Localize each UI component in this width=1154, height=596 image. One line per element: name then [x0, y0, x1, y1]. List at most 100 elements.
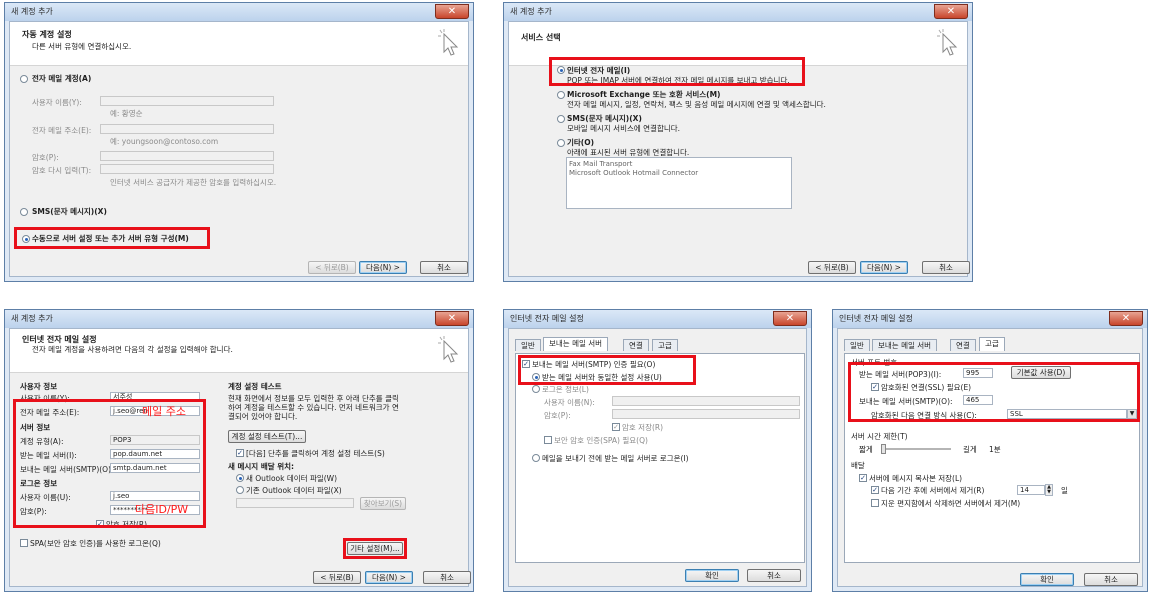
title-bar: 인터넷 전자 메일 설정 ✕	[504, 310, 811, 328]
header-title: 자동 계정 설정	[22, 30, 72, 39]
tab-outgoing-server[interactable]: 보내는 메일 서버	[543, 337, 609, 351]
browse-button[interactable]: 찾아보기(S)	[360, 497, 406, 510]
timeout-value: 1분	[989, 445, 1001, 454]
test-settings-button[interactable]: 계정 설정 테스트(T)...	[228, 430, 306, 443]
window-title: 인터넷 전자 메일 설정	[510, 314, 584, 323]
tab-connection[interactable]: 연결	[950, 339, 976, 351]
back-button[interactable]: < 뒤로(B)	[808, 261, 856, 274]
title-bar: 새 계정 추가 ✕	[504, 3, 972, 21]
username-label: 사용자 이름(N):	[544, 398, 595, 407]
window-body: 인터넷 전자 메일 설정 전자 메일 계정을 사용하려면 다음의 각 설정을 입…	[9, 328, 471, 587]
name-label: 사용자 이름(Y):	[32, 98, 82, 107]
internet-email-settings-advanced: 인터넷 전자 메일 설정 ✕ 일반 보내는 메일 서버 연결 고급 서버 포트 …	[832, 309, 1148, 592]
email-account-radio[interactable]	[20, 75, 28, 83]
logon-info-radio[interactable]	[532, 385, 540, 393]
window-title: 새 계정 추가	[11, 7, 53, 16]
window-title: 새 계정 추가	[11, 314, 53, 323]
title-bar: 새 계정 추가 ✕	[5, 310, 473, 328]
sms-radio[interactable]	[20, 208, 28, 216]
back-button[interactable]: < 뒤로(B)	[308, 261, 356, 274]
list-item[interactable]: Microsoft Outlook Hotmail Connector	[569, 169, 789, 178]
existing-data-file-label: 기존 Outlook 데이터 파일(X)	[246, 486, 342, 495]
tab-strip: 일반 보내는 메일 서버 연결 고급	[515, 337, 805, 353]
wizard-header: 인터넷 전자 메일 설정 전자 메일 계정을 사용하려면 다음의 각 설정을 입…	[10, 329, 468, 373]
days-stepper[interactable]: ▲ ▼	[1045, 484, 1053, 496]
close-button[interactable]: ✕	[773, 311, 807, 326]
wizard-header: 자동 계정 설정 다른 서버 유형에 연결하십시오.	[10, 22, 468, 66]
password-hint: 인터넷 서비스 공급자가 제공한 암호를 입력하십시오.	[110, 178, 277, 187]
cancel-button[interactable]: 취소	[747, 569, 801, 582]
next-button[interactable]: 다음(N) >	[365, 571, 413, 584]
data-file-path-input	[236, 498, 354, 508]
list-item[interactable]: Fax Mail Transport	[569, 160, 789, 169]
cancel-button[interactable]: 취소	[420, 261, 468, 274]
password-label: 암호(P):	[544, 411, 571, 420]
spa-label: 보안 암호 인증(SPA) 필요(Q)	[554, 436, 648, 445]
timeout-short-label: 짧게	[859, 445, 873, 454]
note-daum-id-pw: 다음ID/PW	[135, 503, 189, 516]
new-data-file-radio[interactable]	[236, 474, 244, 482]
cancel-button[interactable]: 취소	[1084, 573, 1138, 586]
timeout-slider[interactable]	[881, 444, 951, 454]
name-hint: 예: 황영순	[110, 109, 143, 118]
back-button[interactable]: < 뒤로(B)	[313, 571, 361, 584]
auto-test-checkbox[interactable]: ✓	[236, 449, 244, 457]
add-account-window-auto: 새 계정 추가 ✕ 자동 계정 설정 다른 서버 유형에 연결하십시오. 전자 …	[4, 2, 474, 282]
highlight-smtp-auth	[518, 355, 696, 385]
existing-data-file-radio[interactable]	[236, 486, 244, 494]
spa-checkbox[interactable]	[20, 539, 28, 547]
password-input	[100, 151, 274, 161]
close-button[interactable]: ✕	[1109, 311, 1143, 326]
close-button[interactable]: ✕	[435, 311, 469, 326]
password-input	[612, 409, 800, 419]
window-body: 일반 보내는 메일 서버 연결 고급 서버 포트 번호 받는 메일 서버(POP…	[837, 328, 1143, 587]
add-account-window-service: 새 계정 추가 ✕ 서비스 선택 인터넷 전자 메일(I) POP 또는 IMA…	[503, 2, 973, 282]
ok-button[interactable]: 확인	[685, 569, 739, 582]
tab-general[interactable]: 일반	[515, 339, 541, 351]
sms-label: SMS(문자 메시지)(X)	[32, 207, 107, 216]
highlight-port-settings	[848, 362, 1140, 422]
header-subtitle: 전자 메일 계정을 사용하려면 다음의 각 설정을 입력해야 합니다.	[32, 345, 233, 354]
tab-general[interactable]: 일반	[844, 339, 870, 351]
remove-days-input[interactable]: 14	[1017, 485, 1045, 495]
tab-connection[interactable]: 연결	[623, 339, 649, 351]
other-service-list[interactable]: Fax Mail Transport Microsoft Outlook Hot…	[566, 157, 792, 209]
window-body: 일반 보내는 메일 서버 연결 고급 ✓ 보내는 메일 서버(SMTP) 인증 …	[508, 328, 807, 587]
cursor-sparkle-icon	[438, 336, 459, 363]
timeout-slider-thumb[interactable]	[881, 444, 886, 454]
other-radio[interactable]	[557, 139, 565, 147]
add-account-window-settings: 새 계정 추가 ✕ 인터넷 전자 메일 설정 전자 메일 계정을 사용하려면 다…	[4, 309, 474, 592]
password-confirm-input	[100, 164, 274, 174]
logon-before-send-radio[interactable]	[532, 454, 540, 462]
days-unit-label: 일	[1061, 486, 1068, 495]
cancel-button[interactable]: 취소	[922, 261, 970, 274]
password-label: 암호(P):	[32, 153, 59, 162]
header-subtitle: 다른 서버 유형에 연결하십시오.	[32, 42, 132, 51]
close-button[interactable]: ✕	[934, 4, 968, 19]
tab-advanced[interactable]: 고급	[652, 339, 678, 351]
cursor-sparkle-icon	[937, 29, 958, 56]
cancel-button[interactable]: 취소	[423, 571, 471, 584]
cursor-sparkle-icon	[438, 29, 459, 56]
tab-advanced[interactable]: 고급	[979, 337, 1005, 351]
ok-button[interactable]: 확인	[1020, 573, 1074, 586]
timeout-section-title: 서버 시간 제한(T)	[851, 432, 908, 441]
title-bar: 인터넷 전자 메일 설정 ✕	[833, 310, 1147, 328]
tab-strip: 일반 보내는 메일 서버 연결 고급	[844, 337, 1140, 353]
remove-deleted-checkbox[interactable]	[871, 499, 879, 507]
spa-checkbox	[544, 436, 552, 444]
next-button[interactable]: 다음(N) >	[860, 261, 908, 274]
test-desc-line-3: 결되어 있어야 합니다.	[228, 412, 298, 421]
remove-after-checkbox[interactable]: ✓	[871, 486, 879, 494]
note-email-address: 메일 주소	[142, 405, 186, 418]
next-button[interactable]: 다음(N) >	[359, 261, 407, 274]
sms-radio[interactable]	[557, 115, 565, 123]
password-confirm-label: 암호 다시 입력(T):	[32, 166, 92, 175]
remember-password-checkbox: ✓	[612, 423, 620, 431]
email-input	[100, 124, 274, 134]
highlight-more-settings	[343, 538, 407, 559]
close-button[interactable]: ✕	[435, 4, 469, 19]
tab-outgoing-server[interactable]: 보내는 메일 서버	[872, 339, 938, 351]
exchange-radio[interactable]	[557, 91, 565, 99]
leave-copy-checkbox[interactable]: ✓	[859, 474, 867, 482]
